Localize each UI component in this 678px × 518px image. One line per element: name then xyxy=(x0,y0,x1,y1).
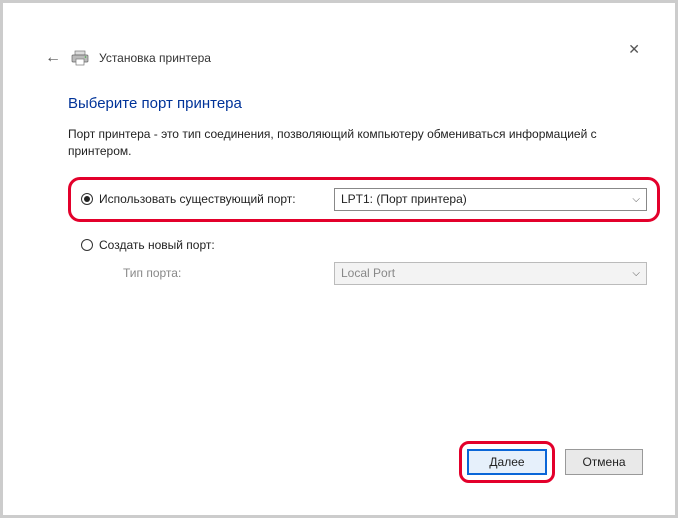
radio-label-use-existing: Использовать существующий порт: xyxy=(99,192,296,206)
option-use-existing-port: Использовать существующий порт: LPT1: (П… xyxy=(68,177,660,222)
radio-icon xyxy=(81,239,93,251)
port-type-value: Local Port xyxy=(341,266,395,280)
radio-label-create-new: Создать новый порт: xyxy=(99,238,215,252)
page-heading: Выберите порт принтера xyxy=(68,95,655,112)
next-button[interactable]: Далее xyxy=(467,449,547,475)
highlight-next: Далее xyxy=(459,441,555,483)
wizard-content: Выберите порт принтера Порт принтера - э… xyxy=(68,95,655,289)
port-type-row: Тип порта: Local Port ⌵ xyxy=(68,258,660,289)
existing-port-select[interactable]: LPT1: (Порт принтера) ⌵ xyxy=(334,188,647,211)
existing-port-value: LPT1: (Порт принтера) xyxy=(341,192,467,206)
cancel-button[interactable]: Отмена xyxy=(565,449,643,475)
chevron-down-icon: ⌵ xyxy=(632,268,640,279)
back-arrow-icon[interactable]: ← xyxy=(45,49,61,67)
radio-icon xyxy=(81,193,93,205)
radio-create-new[interactable]: Создать новый порт: xyxy=(81,238,316,252)
wizard-window: ✕ ← Установка принтера Выберите порт при… xyxy=(0,0,678,518)
radio-use-existing[interactable]: Использовать существующий порт: xyxy=(81,192,316,206)
page-description: Порт принтера - это тип соединения, позв… xyxy=(68,126,628,161)
port-type-select: Local Port ⌵ xyxy=(334,262,647,285)
option-create-new-port: Создать новый порт: xyxy=(68,232,660,258)
port-type-label: Тип порта: xyxy=(123,266,316,280)
wizard-title: Установка принтера xyxy=(99,51,211,65)
wizard-header: ← Установка принтера xyxy=(45,49,655,67)
printer-icon xyxy=(71,50,89,66)
close-icon[interactable]: ✕ xyxy=(628,41,640,58)
chevron-down-icon: ⌵ xyxy=(632,194,640,205)
wizard-footer: Далее Отмена xyxy=(459,441,643,483)
